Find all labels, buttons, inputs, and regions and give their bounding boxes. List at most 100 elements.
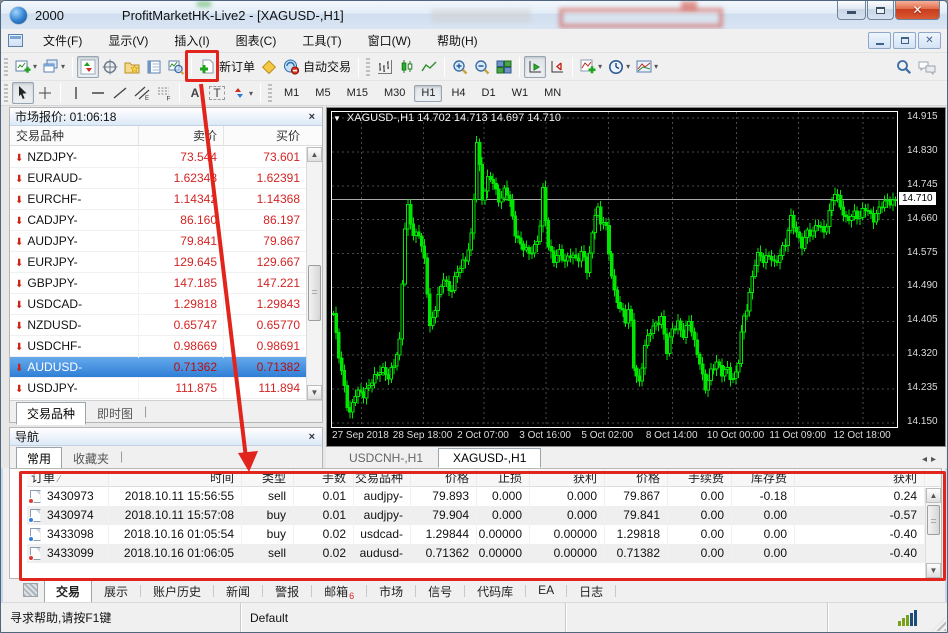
orders-column-header[interactable]: 交易品种 bbox=[354, 469, 411, 489]
close-icon[interactable]: × bbox=[307, 431, 317, 443]
terminal-tab-3[interactable]: 账户历史 bbox=[141, 579, 213, 604]
terminal-tab-7[interactable]: 市场 bbox=[367, 579, 415, 604]
menu-item-图表C[interactable]: 图表(C) bbox=[223, 29, 290, 52]
tile-windows-button[interactable] bbox=[493, 56, 515, 78]
menu-item-工具T[interactable]: 工具(T) bbox=[289, 29, 354, 52]
line-chart-button[interactable] bbox=[418, 56, 440, 78]
market-watch-row[interactable]: ⬇ GBPJPY- 147.185 147.221 bbox=[10, 273, 322, 295]
market-watch-row[interactable]: ⬇ EURCHF- 1.14342 1.14368 bbox=[10, 189, 322, 211]
navigator-button[interactable] bbox=[121, 56, 143, 78]
orders-column-header[interactable]: 价格 bbox=[605, 469, 668, 489]
scrollbar-thumb[interactable] bbox=[927, 505, 940, 535]
market-watch-column-header[interactable]: 卖价 bbox=[138, 126, 223, 146]
market-watch-row[interactable]: ⬇ AUDJPY- 79.841 79.867 bbox=[10, 231, 322, 253]
tab-scroll-right-icon[interactable]: ▸ bbox=[931, 454, 940, 465]
new-order-button[interactable]: 新订单 bbox=[196, 56, 258, 78]
terminal-tab-9[interactable]: 代码库 bbox=[465, 579, 525, 604]
search-button[interactable] bbox=[893, 56, 915, 78]
market-watch-scrollbar[interactable]: ▲ ▼ bbox=[306, 147, 322, 400]
orders-column-header[interactable]: 手续费 bbox=[668, 469, 732, 489]
market-watch-row[interactable]: ⬇ NZDUSD- 0.65747 0.65770 bbox=[10, 315, 322, 337]
crosshair-tool-button[interactable] bbox=[34, 82, 56, 104]
channel-tool-button[interactable]: E bbox=[131, 82, 153, 104]
toolbar-grip[interactable] bbox=[4, 57, 8, 76]
order-row[interactable]: 3433098 2018.10.16 01:05:54 buy 0.02 usdcad-… bbox=[27, 525, 941, 544]
orders-column-header[interactable]: 获利 bbox=[530, 469, 605, 489]
market-watch-row[interactable]: ⬇ EURJPY- 129.645 129.667 bbox=[10, 252, 322, 274]
orders-column-header[interactable]: 时间 bbox=[109, 469, 242, 489]
terminal-button[interactable] bbox=[143, 56, 165, 78]
timeframe-button-d1[interactable]: D1 bbox=[475, 85, 503, 102]
tab-scroll-left-icon[interactable]: ◂ bbox=[922, 454, 931, 465]
auto-scroll-button[interactable] bbox=[524, 55, 547, 78]
chart-window-icon[interactable] bbox=[8, 34, 23, 47]
scroll-up-icon[interactable]: ▲ bbox=[926, 488, 941, 503]
data-window-button[interactable] bbox=[99, 56, 121, 78]
zoom-in-button[interactable] bbox=[449, 56, 471, 78]
minimize-button[interactable] bbox=[837, 1, 866, 20]
vertical-line-tool-button[interactable] bbox=[65, 82, 87, 104]
chat-button[interactable] bbox=[915, 56, 937, 78]
scroll-up-icon[interactable]: ▲ bbox=[307, 147, 322, 162]
close-button[interactable]: ✕ bbox=[895, 1, 940, 20]
terminal-tab-10[interactable]: EA bbox=[526, 579, 566, 601]
child-minimize-button[interactable] bbox=[868, 32, 891, 49]
market-watch-tab-1[interactable]: 交易品种 bbox=[16, 402, 87, 425]
templates-button[interactable]: ▾ bbox=[633, 56, 661, 78]
navigator-tab-2[interactable]: 收藏夹 bbox=[62, 447, 120, 470]
chart-tab-2[interactable]: XAGUSD-,H1 bbox=[438, 448, 542, 468]
text-label-tool-button[interactable]: T bbox=[206, 82, 228, 104]
terminal-scrollbar[interactable]: ▲ ▼ bbox=[925, 488, 941, 578]
orders-column-header[interactable]: 获利 bbox=[795, 469, 925, 489]
order-row[interactable]: 3433099 2018.10.16 01:06:05 sell 0.02 audusd… bbox=[27, 544, 941, 563]
market-watch-toggle-button[interactable] bbox=[77, 55, 100, 78]
market-watch-column-header[interactable]: 买价 bbox=[223, 126, 306, 146]
timeframe-button-m15[interactable]: M15 bbox=[340, 85, 375, 102]
terminal-tab-4[interactable]: 新闻 bbox=[214, 579, 262, 604]
scrollbar-thumb[interactable] bbox=[308, 265, 321, 321]
text-tool-button[interactable]: A bbox=[184, 82, 206, 104]
chevron-down-icon[interactable]: ▾ bbox=[654, 62, 658, 71]
chart-plot[interactable] bbox=[331, 111, 898, 428]
market-watch-tab-2[interactable]: 即时图 bbox=[86, 402, 144, 425]
metaeditor-button[interactable] bbox=[258, 56, 280, 78]
order-row[interactable]: 3430974 2018.10.11 15:57:08 buy 0.01 audjpy-… bbox=[27, 506, 941, 525]
restore-button[interactable] bbox=[867, 1, 894, 20]
menu-item-插入I[interactable]: 插入(I) bbox=[161, 29, 222, 52]
timeframe-button-m5[interactable]: M5 bbox=[308, 85, 337, 102]
chevron-down-icon[interactable]: ▾ bbox=[33, 62, 37, 71]
fibonacci-tool-button[interactable]: F bbox=[153, 82, 175, 104]
indicators-button[interactable]: ▾ bbox=[577, 56, 605, 78]
terminal-tab-1[interactable]: 交易 bbox=[44, 579, 93, 604]
scroll-down-icon[interactable]: ▼ bbox=[926, 563, 941, 578]
bar-chart-button[interactable] bbox=[374, 56, 396, 78]
terminal-tab-8[interactable]: 信号 bbox=[416, 579, 464, 604]
profiles-button[interactable]: ▾ bbox=[40, 56, 68, 78]
timeframe-button-w1[interactable]: W1 bbox=[505, 85, 536, 102]
terminal-tab-2[interactable]: 展示 bbox=[92, 579, 140, 604]
zoom-out-button[interactable] bbox=[471, 56, 493, 78]
periods-button[interactable]: ▾ bbox=[605, 56, 633, 78]
toolbar-grip[interactable] bbox=[268, 84, 273, 102]
orders-column-header[interactable]: 库存费 bbox=[732, 469, 795, 489]
timeframe-button-mn[interactable]: MN bbox=[537, 85, 568, 102]
timeframe-button-h1[interactable]: H1 bbox=[414, 84, 443, 102]
child-close-button[interactable]: ✕ bbox=[918, 32, 941, 49]
chevron-down-icon[interactable]: ▾ bbox=[626, 62, 630, 71]
toolbar-grip[interactable] bbox=[366, 57, 371, 76]
market-watch-row[interactable]: ⬇ NZDJPY- 73.544 73.601 bbox=[10, 147, 322, 169]
new-chart-button[interactable]: ▾ bbox=[12, 56, 40, 78]
child-restore-button[interactable] bbox=[893, 32, 916, 49]
resize-grip[interactable] bbox=[932, 617, 946, 631]
chart-tab-1[interactable]: USDCNH-,H1 bbox=[334, 448, 438, 468]
scroll-down-icon[interactable]: ▼ bbox=[307, 385, 322, 400]
candlestick-chart-button[interactable] bbox=[396, 56, 418, 78]
arrows-tool-button[interactable]: ▾ bbox=[228, 82, 256, 104]
timeframe-button-h4[interactable]: H4 bbox=[444, 85, 472, 102]
cursor-tool-button[interactable] bbox=[12, 82, 34, 104]
market-watch-column-header[interactable]: 交易品种 bbox=[10, 126, 138, 146]
terminal-tab-11[interactable]: 日志 bbox=[567, 579, 615, 604]
candlestick-chart[interactable] bbox=[332, 112, 897, 427]
menu-item-窗口W[interactable]: 窗口(W) bbox=[355, 29, 424, 52]
menu-item-显示V[interactable]: 显示(V) bbox=[95, 29, 161, 52]
